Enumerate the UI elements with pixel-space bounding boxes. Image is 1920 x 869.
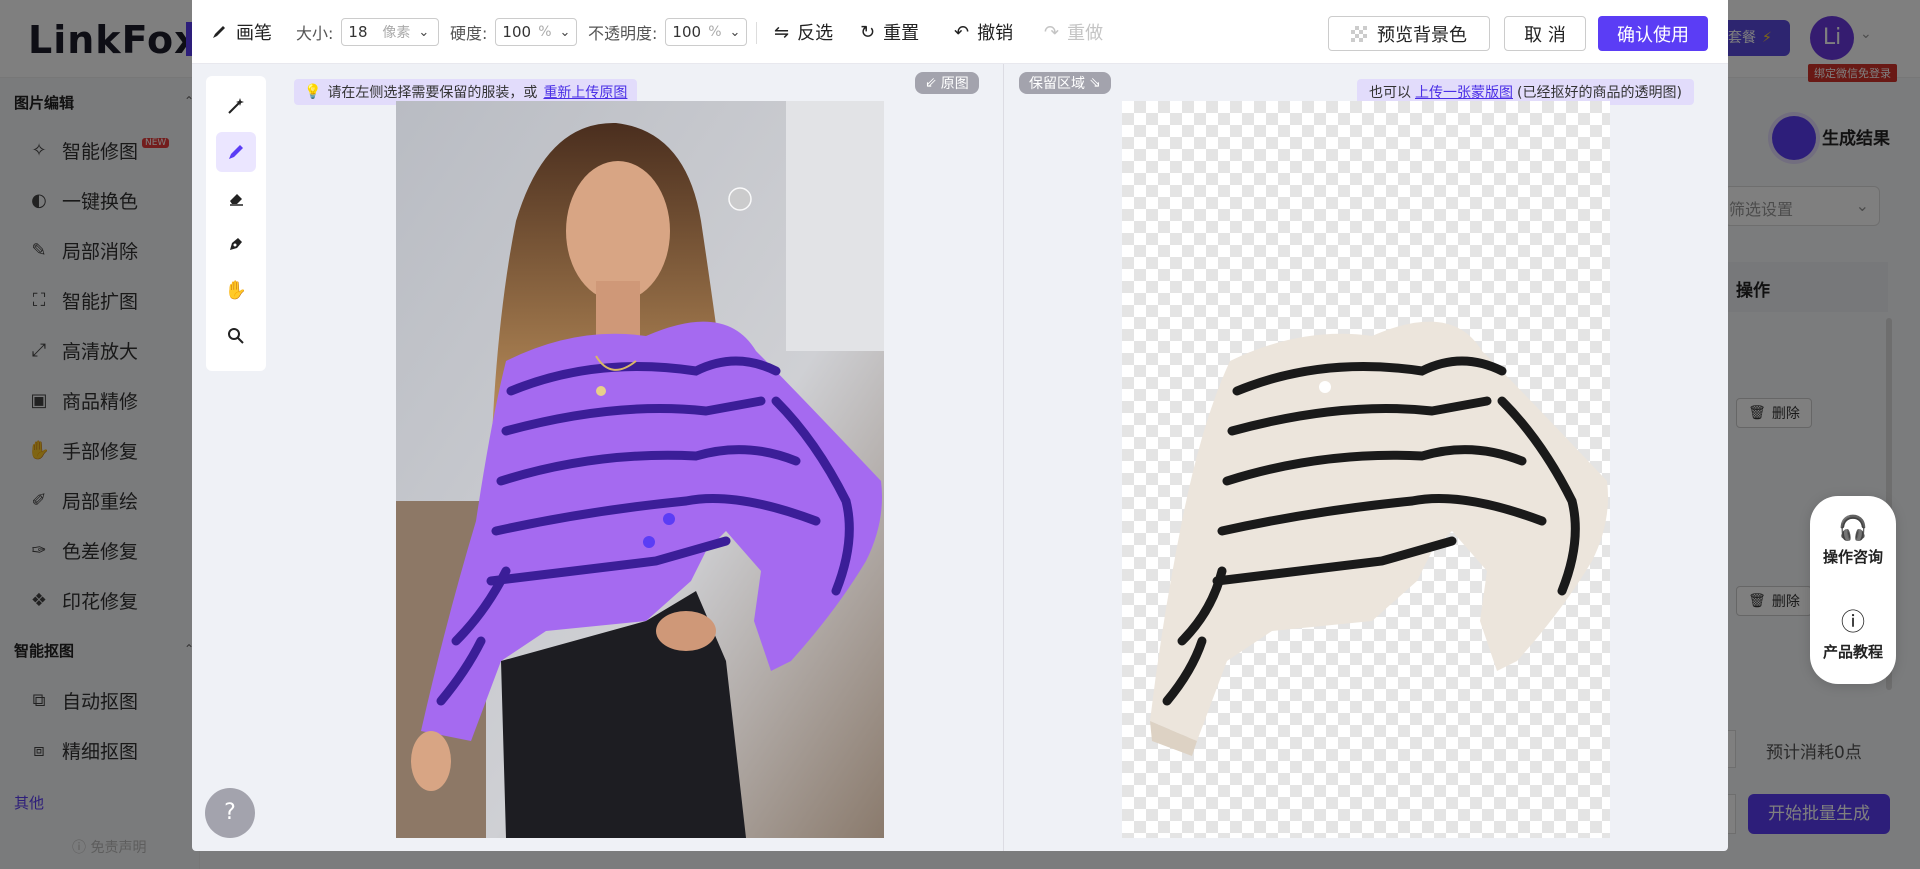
original-image-canvas[interactable] bbox=[396, 101, 884, 838]
size-label: 大小: bbox=[296, 24, 334, 43]
pen-tool[interactable] bbox=[216, 224, 256, 264]
opacity-control: 不透明度: 100 % ⌄ bbox=[588, 0, 748, 64]
original-photo bbox=[396, 101, 884, 838]
arrow-down-left-icon: ⇙ bbox=[925, 75, 937, 91]
help-button[interactable]: ? bbox=[205, 788, 255, 838]
original-tag[interactable]: ⇙ 原图 bbox=[915, 72, 979, 94]
floating-help-panel: 🎧 操作咨询 ⓘ 产品教程 bbox=[1810, 496, 1896, 684]
hint-left-text: 请在左侧选择需要保留的服装，或 bbox=[327, 85, 538, 101]
opacity-unit: % bbox=[708, 24, 722, 40]
hand-icon: ✋ bbox=[224, 279, 248, 301]
editor-toolbar: 画笔 大小: 18 像素 ⌄ 硬度: 100 % ⌄ 不透明度: 100 % ⌄ bbox=[192, 0, 1728, 64]
invert-button[interactable]: ⇋ 反选 bbox=[774, 0, 833, 64]
extracted-sweater bbox=[1150, 321, 1608, 756]
confirm-button[interactable]: 确认使用 bbox=[1598, 16, 1708, 51]
brush-label: 画笔 bbox=[236, 23, 272, 44]
invert-label: 反选 bbox=[797, 23, 834, 44]
toolbar-divider bbox=[756, 22, 757, 44]
reupload-link[interactable]: 重新上传原图 bbox=[543, 82, 627, 102]
cancel-button[interactable]: 取 消 bbox=[1504, 16, 1586, 51]
headset-icon: 🎧 bbox=[1838, 514, 1868, 542]
chevron-down-icon: ⌄ bbox=[418, 24, 430, 40]
brush-mode[interactable]: 画笔 bbox=[210, 0, 272, 64]
reset-button[interactable]: ↻ 重置 bbox=[860, 0, 919, 64]
hardness-unit: % bbox=[538, 24, 552, 40]
keep-area-label: 保留区域 bbox=[1029, 76, 1085, 92]
original-label: 原图 bbox=[940, 76, 969, 92]
upload-mask-link[interactable]: 上传一张蒙版图 bbox=[1415, 82, 1513, 102]
undo-icon: ↶ bbox=[954, 21, 970, 43]
tool-rail: ✋ bbox=[206, 76, 266, 371]
refresh-icon: ↻ bbox=[860, 21, 876, 43]
opacity-value: 100 bbox=[672, 23, 702, 41]
pen-icon bbox=[230, 238, 242, 250]
mask-editor-modal: 画笔 大小: 18 像素 ⌄ 硬度: 100 % ⌄ 不透明度: 100 % ⌄ bbox=[192, 0, 1728, 851]
eraser-tool[interactable] bbox=[216, 178, 256, 218]
brush-icon bbox=[213, 26, 225, 38]
consult-label: 操作咨询 bbox=[1822, 548, 1883, 566]
tutorial-button[interactable]: ⓘ 产品教程 bbox=[1810, 602, 1896, 662]
size-unit: 像素 bbox=[382, 25, 411, 41]
magic-wand-tool[interactable] bbox=[216, 86, 256, 126]
size-control: 大小: 18 像素 ⌄ bbox=[296, 0, 440, 64]
hint-right-suffix: (已经抠好的商品的透明图) bbox=[1517, 85, 1682, 101]
undo-label: 撤销 bbox=[977, 23, 1014, 44]
opacity-label: 不透明度: bbox=[588, 24, 658, 43]
chevron-down-icon: ⌄ bbox=[729, 24, 741, 40]
hardness-select[interactable]: 100 % ⌄ bbox=[495, 18, 578, 46]
magic-wand-icon bbox=[228, 98, 244, 114]
reset-label: 重置 bbox=[883, 23, 920, 44]
invert-icon: ⇋ bbox=[774, 21, 790, 43]
keep-area-tag[interactable]: 保留区域 ⇘ bbox=[1019, 72, 1111, 94]
redo-label: 重做 bbox=[1067, 23, 1104, 44]
zoom-icon bbox=[228, 328, 244, 344]
zoom-tool[interactable] bbox=[216, 316, 256, 356]
hint-right-prefix: 也可以 bbox=[1369, 85, 1411, 101]
keep-area-preview[interactable] bbox=[1122, 101, 1610, 838]
hand-tool[interactable]: ✋ bbox=[216, 270, 256, 310]
brush-tool[interactable] bbox=[216, 132, 256, 172]
preview-bg-label: 预览背景色 bbox=[1377, 24, 1467, 46]
bulb-icon: 💡 bbox=[304, 84, 322, 100]
hardness-control: 硬度: 100 % ⌄ bbox=[450, 0, 578, 64]
arrow-down-right-icon: ⇘ bbox=[1089, 75, 1101, 91]
hardness-label: 硬度: bbox=[450, 24, 488, 43]
consult-button[interactable]: 🎧 操作咨询 bbox=[1810, 514, 1896, 567]
size-value: 18 bbox=[348, 23, 368, 41]
size-select[interactable]: 18 像素 ⌄ bbox=[341, 18, 440, 46]
pane-divider bbox=[1003, 64, 1004, 851]
tutorial-label: 产品教程 bbox=[1822, 643, 1883, 661]
hardness-value: 100 bbox=[502, 23, 532, 41]
redo-icon: ↷ bbox=[1044, 21, 1060, 43]
brush-icon bbox=[229, 145, 243, 159]
undo-button[interactable]: ↶ 撤销 bbox=[954, 0, 1013, 64]
preview-bg-button[interactable]: 预览背景色 bbox=[1328, 16, 1490, 51]
eraser-icon bbox=[230, 194, 243, 206]
question-circle-icon: ⓘ bbox=[1841, 608, 1865, 636]
chevron-down-icon: ⌄ bbox=[559, 24, 571, 40]
redo-button[interactable]: ↷ 重做 bbox=[1044, 0, 1103, 64]
opacity-select[interactable]: 100 % ⌄ bbox=[665, 18, 748, 46]
checkerboard-icon bbox=[1351, 25, 1367, 42]
